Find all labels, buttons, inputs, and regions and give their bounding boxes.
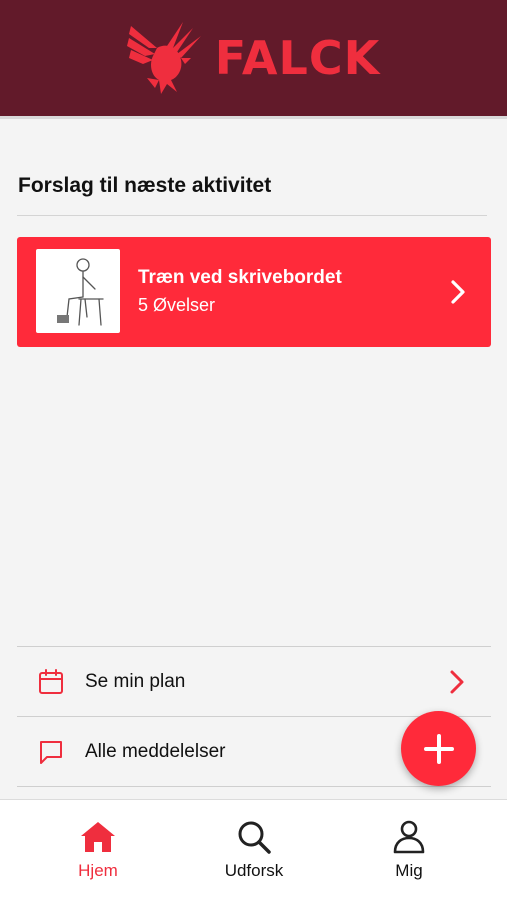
nav-explore[interactable]: Udforsk [204,818,304,881]
person-icon [393,820,425,854]
bottom-navigation: Hjem Udforsk Mig [0,799,507,900]
suggestions-title: Forslag til næste aktivitet [18,174,272,197]
search-icon [238,821,271,854]
activity-title: Træn ved skrivebordet [138,267,342,288]
plan-row[interactable]: Se min plan [17,647,491,716]
row-divider [17,786,491,787]
chevron-right-icon [451,280,465,304]
header-divider [0,116,507,119]
section-divider [17,215,487,216]
nav-explore-label: Udforsk [224,861,284,880]
activity-thumbnail [36,249,120,333]
plan-label: Se min plan [85,671,186,692]
falck-logo: FALCK [126,18,381,98]
calendar-icon [39,669,63,694]
nav-me[interactable]: Mig [359,818,459,881]
home-icon [81,822,115,852]
activity-card[interactable]: Træn ved skrivebordet 5 Øvelser [17,237,491,347]
brand-name: FALCK [214,31,381,85]
nav-home-label: Hjem [78,861,118,880]
messages-label: Alle meddelelser [85,741,226,762]
falcon-icon [126,22,201,94]
plus-icon [423,733,454,764]
nav-home[interactable]: Hjem [48,818,148,881]
activity-subtitle: 5 Øvelser [138,295,216,315]
chevron-right-icon [450,670,464,694]
nav-me-label: Mig [395,861,423,880]
message-icon [40,741,62,764]
desk-exercise-illustration [57,258,104,326]
add-button[interactable] [401,711,476,786]
app-header: FALCK [0,0,507,116]
